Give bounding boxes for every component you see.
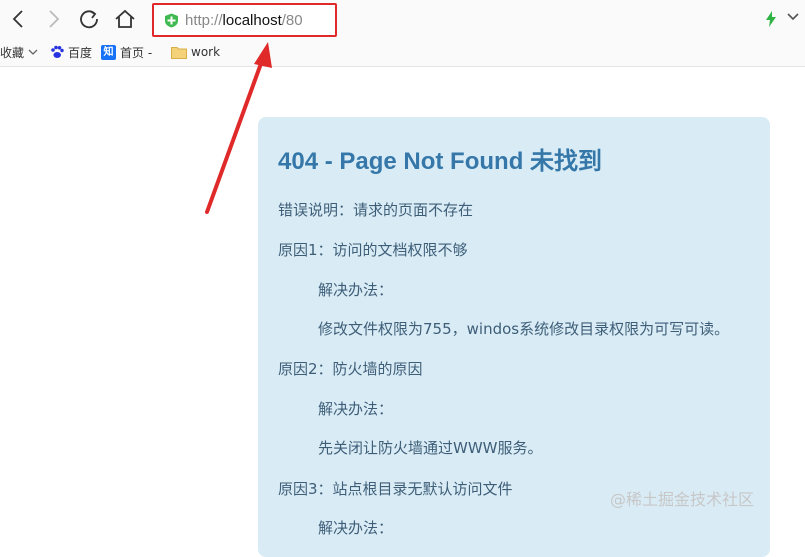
baidu-paw-icon [51, 45, 64, 58]
reload-button[interactable] [76, 6, 102, 32]
bookmark-label: 首页 - [120, 45, 153, 60]
folder-icon [171, 46, 187, 59]
error-line: 解决办法： [318, 400, 394, 418]
browser-toolbar: http://localhost/80 [0, 0, 805, 38]
forward-arrow-icon [49, 10, 60, 28]
error-line: 修改文件权限为755，windos系统修改目录权限为可写可读。 [318, 320, 730, 338]
secure-shield-icon [165, 13, 178, 28]
bookmark-label: 百度 [68, 45, 93, 60]
error-line: 解决办法： [318, 519, 394, 537]
chevron-down-icon [28, 49, 38, 55]
back-button[interactable] [6, 6, 32, 32]
home-icon [115, 9, 135, 28]
bookmark-zhihu-home[interactable]: 知 首页 - [101, 43, 152, 61]
zhihu-icon: 知 [101, 44, 116, 60]
bookmark-work[interactable]: work [171, 43, 220, 61]
error-line: 原因3：站点根目录无默认访问文件 [278, 480, 513, 498]
error-line: 原因1：访问的文档权限不够 [278, 241, 468, 259]
lightning-icon[interactable] [765, 11, 777, 27]
error-line: 原因2：防火墙的原因 [278, 360, 423, 378]
error-line: 先关闭让防火墙通过WWW服务。 [318, 439, 543, 457]
bookmark-favorites[interactable]: 收藏 [0, 43, 38, 61]
chevron-down-icon[interactable] [787, 13, 799, 21]
url-scheme: http:// [185, 12, 223, 29]
bookmark-label: 收藏 [0, 45, 25, 60]
home-button[interactable] [112, 6, 138, 32]
url-path: /80 [281, 12, 303, 29]
bookmark-label: work [191, 45, 221, 59]
back-arrow-icon [12, 10, 23, 28]
forward-button[interactable] [40, 6, 66, 32]
reload-icon [80, 10, 98, 29]
error-line: 错误说明：请求的页面不存在 [278, 201, 474, 219]
bookmarks-bar: 收藏 百度 知 首页 - work [0, 38, 805, 67]
url-text: http://localhost/80 [185, 12, 303, 29]
url-host: localhost [222, 12, 282, 29]
page-title: 404 - Page Not Found 未找到 [278, 148, 603, 175]
bookmark-baidu[interactable]: 百度 [50, 43, 92, 61]
address-bar[interactable]: http://localhost/80 [152, 3, 337, 37]
error-line: 解决办法： [318, 281, 394, 299]
watermark: @稀土掘金技术社区 [610, 490, 755, 509]
